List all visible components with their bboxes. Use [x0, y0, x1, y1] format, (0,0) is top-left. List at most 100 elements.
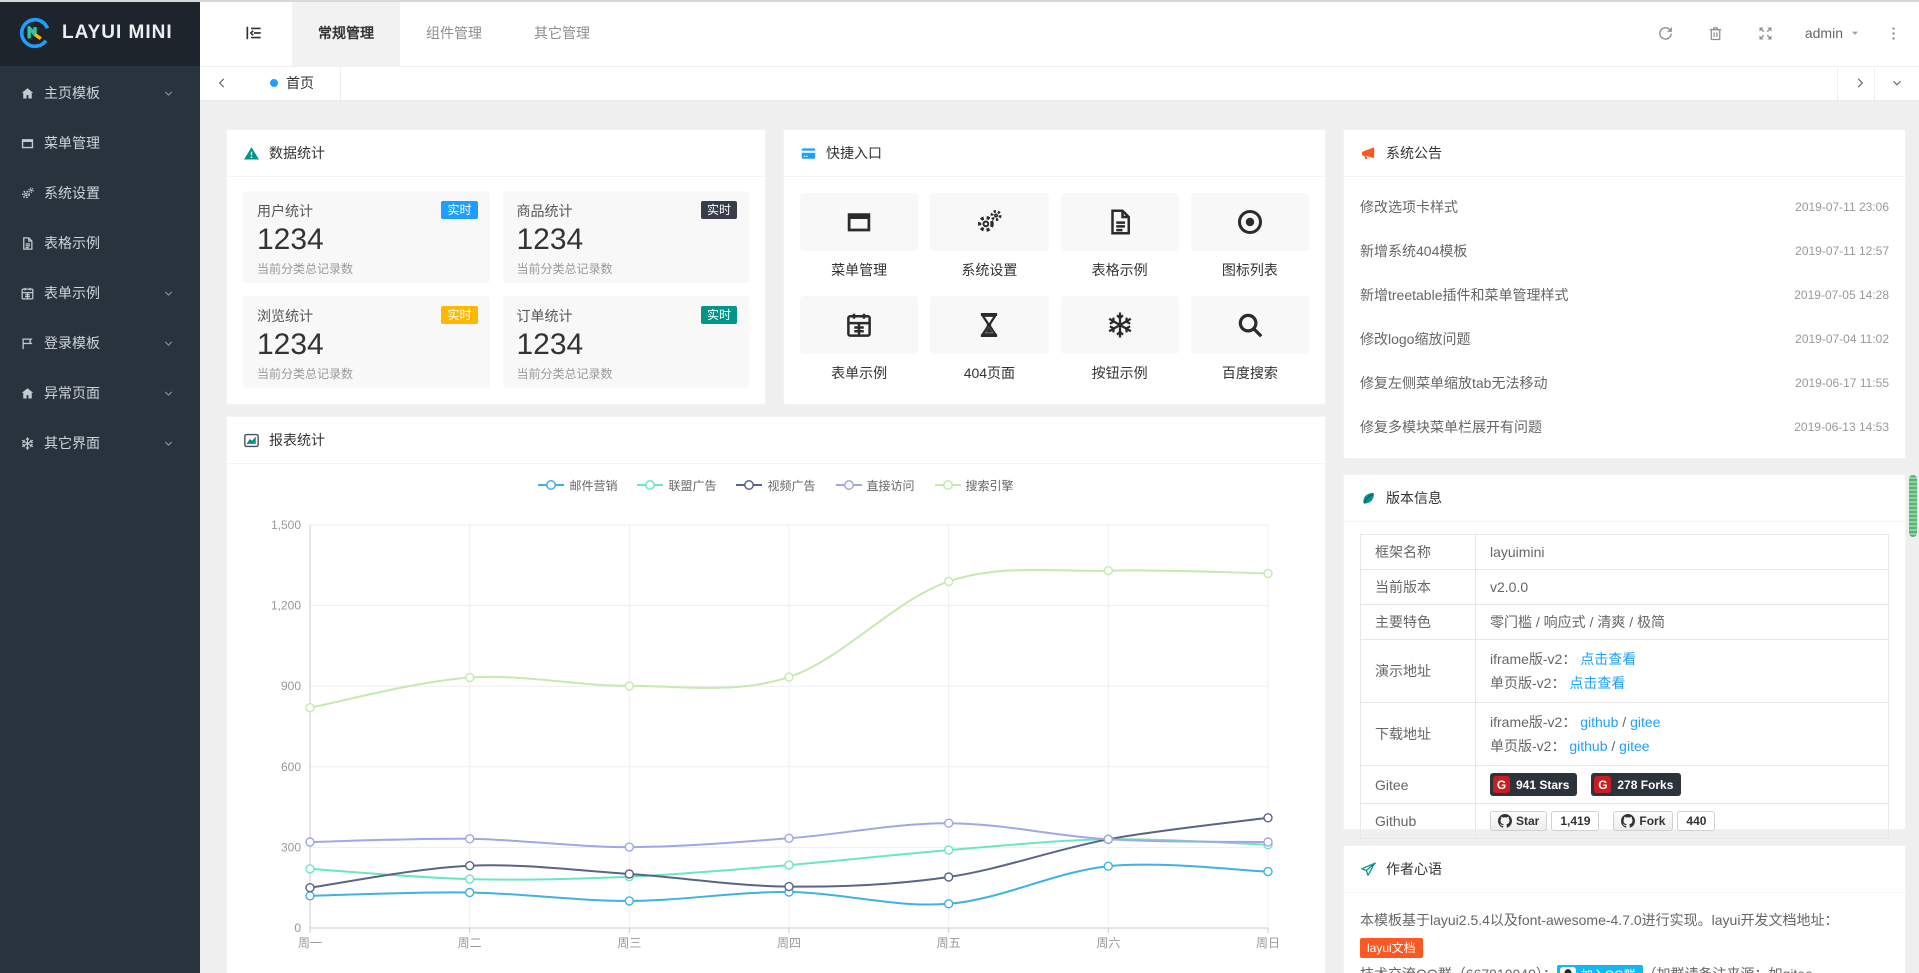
gears-icon	[20, 186, 35, 201]
version-row: 主要特色零门槛 / 响应式 / 清爽 / 极简	[1361, 605, 1889, 640]
notice-item: 新增系统404模板2019-07-11 12:57	[1360, 229, 1889, 273]
quick-entry-box	[1191, 193, 1309, 251]
github-star-button[interactable]: Star	[1490, 811, 1547, 831]
more-actions-icon[interactable]	[1879, 0, 1907, 66]
sidebar-item-home-template[interactable]: 主页模板	[0, 68, 200, 118]
caret-down-icon	[1849, 27, 1861, 39]
sidebar-item-error-page[interactable]: 异常页面	[0, 368, 200, 418]
link-prefix: 单页版-v2：	[1490, 675, 1569, 691]
notice-text: 修改logo缩放问题	[1360, 329, 1470, 349]
line-chart: 03006009001,2001,500周一周二周三周四周五周六周日	[227, 498, 1325, 964]
topnav-tab-general[interactable]: 常规管理	[292, 0, 400, 66]
quick-entry-label: 按钮示例	[1061, 363, 1179, 383]
version-row: GiteeG941 StarsG278 Forks	[1361, 766, 1889, 804]
panel-version-info: 版本信息 框架名称layuimini当前版本v2.0.0主要特色零门槛 / 响应…	[1343, 474, 1906, 830]
gitee-badge[interactable]: G941 Stars	[1490, 773, 1577, 796]
quick-entry-menu-manage[interactable]: 菜单管理	[800, 193, 918, 280]
stat-card-orders: 订单统计实时1234当前分类总记录数	[503, 296, 750, 388]
username: admin	[1805, 25, 1843, 41]
version-row: 当前版本v2.0.0	[1361, 570, 1889, 605]
user-menu[interactable]: admin	[1795, 0, 1871, 66]
file-icon	[20, 236, 35, 251]
tab-home[interactable]: 首页	[244, 66, 341, 100]
sidebar-item-menu-manage[interactable]: 菜单管理	[0, 118, 200, 168]
stat-value: 1234	[257, 326, 476, 363]
topnav-tab-other[interactable]: 其它管理	[508, 0, 616, 66]
quick-entry-label: 表格示例	[1061, 260, 1179, 280]
quick-entry-button-demo[interactable]: 按钮示例	[1061, 296, 1179, 383]
legend-item-直接访问[interactable]: 直接访问	[836, 477, 915, 494]
github-widget: Fork440	[1613, 811, 1715, 831]
calendar-icon	[844, 310, 874, 340]
quick-entry-table-demo[interactable]: 表格示例	[1061, 193, 1179, 280]
version-link[interactable]: gitee	[1630, 714, 1660, 730]
quick-entry-grid: 菜单管理系统设置表格示例图标列表表单示例 404页面按钮示例百度搜索	[784, 177, 1325, 399]
author-line-2: 技术交流QQ群（667910049）：加入QQ群（加群请备注来源：如gitee…	[1360, 961, 1889, 973]
join-qq-badge[interactable]: 加入QQ群	[1557, 965, 1643, 973]
topnav-tabs: 常规管理组件管理其它管理	[292, 0, 616, 66]
svg-text:周六: 周六	[1096, 936, 1120, 950]
version-row-value: Star1,419 Fork440	[1476, 804, 1889, 839]
quick-entry-baidu-search[interactable]: 百度搜索	[1191, 296, 1309, 383]
legend-label: 邮件营销	[569, 477, 617, 494]
legend-item-搜索引擎[interactable]: 搜索引擎	[935, 477, 1014, 494]
quick-entry-icon-list[interactable]: 图标列表	[1191, 193, 1309, 280]
link-prefix: 单页版-v2：	[1490, 738, 1569, 754]
sidebar-item-label: 主页模板	[44, 83, 162, 103]
version-row-value: G941 Stars G278 Forks	[1476, 766, 1889, 804]
quick-entry-form-demo[interactable]: 表单示例	[800, 296, 918, 383]
sidebar-menu: 主页模板菜单管理系统设置表格示例表单示例登录模板异常页面其它界面	[0, 66, 200, 468]
legend-item-邮件营销[interactable]: 邮件营销	[538, 477, 617, 494]
sidebar-item-label: 系统设置	[44, 183, 184, 203]
refresh-icon[interactable]	[1645, 0, 1687, 66]
github-fork-button[interactable]: Fork	[1613, 811, 1673, 831]
tabs-dropdown-icon[interactable]	[1874, 66, 1919, 100]
author-note-text: 本模板基于layui2.5.4以及font-awesome-4.7.0进行实现。…	[1344, 893, 1905, 973]
svg-text:900: 900	[281, 679, 301, 693]
gitee-badge[interactable]: G278 Forks	[1591, 773, 1681, 796]
version-link-line: iframe版-v2： github / gitee	[1490, 710, 1874, 734]
dot-circle-icon	[1235, 207, 1265, 237]
version-link[interactable]: gitee	[1619, 738, 1649, 754]
sidebar-item-system-setting[interactable]: 系统设置	[0, 168, 200, 218]
paper-plane-icon	[1360, 861, 1377, 878]
gitee-icon: G	[1493, 776, 1510, 793]
github-count[interactable]: 440	[1677, 811, 1715, 831]
version-link[interactable]: 点击查看	[1580, 651, 1636, 667]
sidebar-collapse-icon[interactable]	[234, 0, 274, 66]
scrollbar-thumb[interactable]	[1909, 475, 1917, 537]
quick-entry-system-setting[interactable]: 系统设置	[930, 193, 1048, 280]
legend-marker	[836, 479, 862, 491]
gitee-icon: G	[1594, 776, 1611, 793]
notice-item: 新增treetable插件和菜单管理样式2019-07-05 14:28	[1360, 273, 1889, 317]
tabs-scroll-left-icon[interactable]	[200, 66, 245, 100]
version-row: 下载地址iframe版-v2： github / gitee单页版-v2： gi…	[1361, 703, 1889, 766]
quick-entry-box	[800, 296, 918, 354]
sidebar-item-other-ui[interactable]: 其它界面	[0, 418, 200, 468]
github-count[interactable]: 1,419	[1551, 811, 1599, 831]
sidebar-item-form-demo[interactable]: 表单示例	[0, 268, 200, 318]
panel-title: 版本信息	[1386, 488, 1442, 508]
topnav-tab-component[interactable]: 组件管理	[400, 0, 508, 66]
legend-item-视频广告[interactable]: 视频广告	[736, 477, 815, 494]
quick-entry-label: 404页面	[930, 363, 1048, 383]
sidebar-item-login-template[interactable]: 登录模板	[0, 318, 200, 368]
layui-doc-badge[interactable]: layui文档	[1360, 938, 1423, 958]
fullscreen-icon[interactable]	[1745, 0, 1787, 66]
sidebar-item-table-demo[interactable]: 表格示例	[0, 218, 200, 268]
home-icon	[20, 86, 35, 101]
notice-text: 修复多模块菜单栏展开有问题	[1360, 417, 1542, 437]
version-link[interactable]: 点击查看	[1569, 675, 1625, 691]
legend-item-联盟广告[interactable]: 联盟广告	[637, 477, 716, 494]
quick-entry-page-404[interactable]: 404页面	[930, 296, 1048, 383]
stat-desc: 当前分类总记录数	[517, 365, 736, 382]
calendar-icon	[20, 286, 35, 301]
legend-label: 联盟广告	[668, 477, 716, 494]
svg-text:1,500: 1,500	[271, 518, 301, 532]
version-link[interactable]: github	[1569, 738, 1607, 754]
svg-text:1,200: 1,200	[271, 599, 301, 613]
version-link[interactable]: github	[1580, 714, 1618, 730]
version-row-value: iframe版-v2： github / gitee 单页版-v2： github…	[1476, 703, 1889, 766]
leaf-icon	[1360, 490, 1377, 507]
clear-cache-icon[interactable]	[1695, 0, 1737, 66]
